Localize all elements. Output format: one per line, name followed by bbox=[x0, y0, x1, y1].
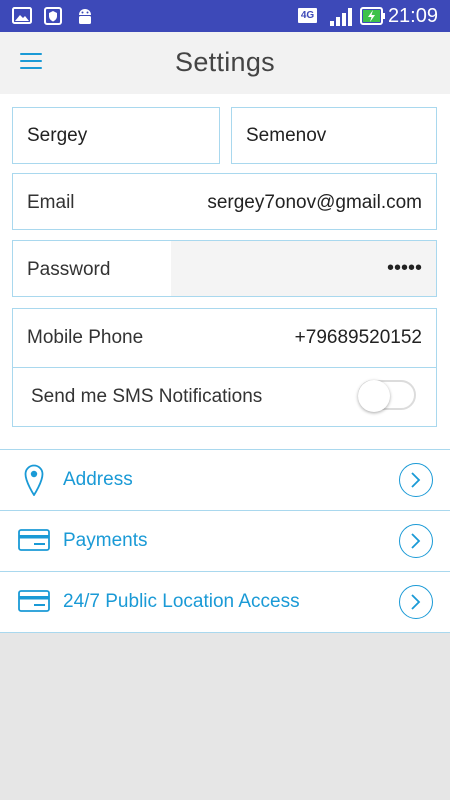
last-name-input[interactable] bbox=[232, 108, 436, 163]
chevron-right-icon[interactable] bbox=[399, 463, 433, 497]
chevron-right-icon[interactable] bbox=[399, 585, 433, 619]
page-title: Settings bbox=[175, 47, 275, 77]
first-name-field[interactable] bbox=[12, 107, 220, 164]
password-field[interactable]: Password ••••• bbox=[12, 240, 437, 297]
status-bar: 4G 21:09 bbox=[0, 0, 450, 32]
nav-item-address[interactable]: Address bbox=[0, 449, 450, 510]
nav-item-payments[interactable]: Payments bbox=[0, 510, 450, 571]
phone-sms-group: Mobile Phone +79689520152 Send me SMS No… bbox=[12, 308, 437, 427]
image-icon bbox=[12, 7, 32, 29]
clock: 21:09 bbox=[387, 5, 438, 27]
network-badge: 4G bbox=[298, 8, 317, 23]
nav-label-public-location-access: 24/7 Public Location Access bbox=[63, 591, 300, 612]
email-value[interactable]: sergey7onov@gmail.com bbox=[207, 192, 422, 214]
battery-charging-icon bbox=[360, 6, 386, 31]
sms-notifications-toggle[interactable] bbox=[358, 380, 416, 412]
signal-icon bbox=[330, 8, 354, 31]
settings-nav-list: Address Payments 24/7 Public Location Ac… bbox=[0, 449, 450, 633]
phone-value[interactable]: +79689520152 bbox=[295, 327, 422, 349]
last-name-field[interactable] bbox=[231, 107, 437, 164]
profile-form: Email sergey7onov@gmail.com Password •••… bbox=[0, 94, 450, 449]
nav-label-address: Address bbox=[63, 469, 133, 490]
password-value[interactable]: ••••• bbox=[387, 257, 422, 280]
sms-notifications-label: Send me SMS Notifications bbox=[31, 386, 263, 407]
credit-card-icon bbox=[18, 529, 50, 556]
email-field[interactable]: Email sergey7onov@gmail.com bbox=[12, 173, 437, 230]
shield-icon bbox=[44, 7, 62, 30]
credit-card-icon bbox=[18, 590, 50, 617]
divider bbox=[13, 367, 436, 368]
password-label: Password bbox=[27, 259, 111, 280]
android-icon bbox=[76, 7, 94, 30]
phone-label: Mobile Phone bbox=[27, 327, 144, 348]
toggle-knob bbox=[358, 380, 390, 412]
chevron-right-icon[interactable] bbox=[399, 524, 433, 558]
location-pin-icon bbox=[24, 464, 44, 501]
email-label: Email bbox=[27, 192, 75, 213]
nav-label-payments: Payments bbox=[63, 530, 148, 551]
first-name-input[interactable] bbox=[13, 108, 219, 163]
app-header: Settings bbox=[0, 32, 450, 94]
nav-item-public-location-access[interactable]: 24/7 Public Location Access bbox=[0, 571, 450, 633]
